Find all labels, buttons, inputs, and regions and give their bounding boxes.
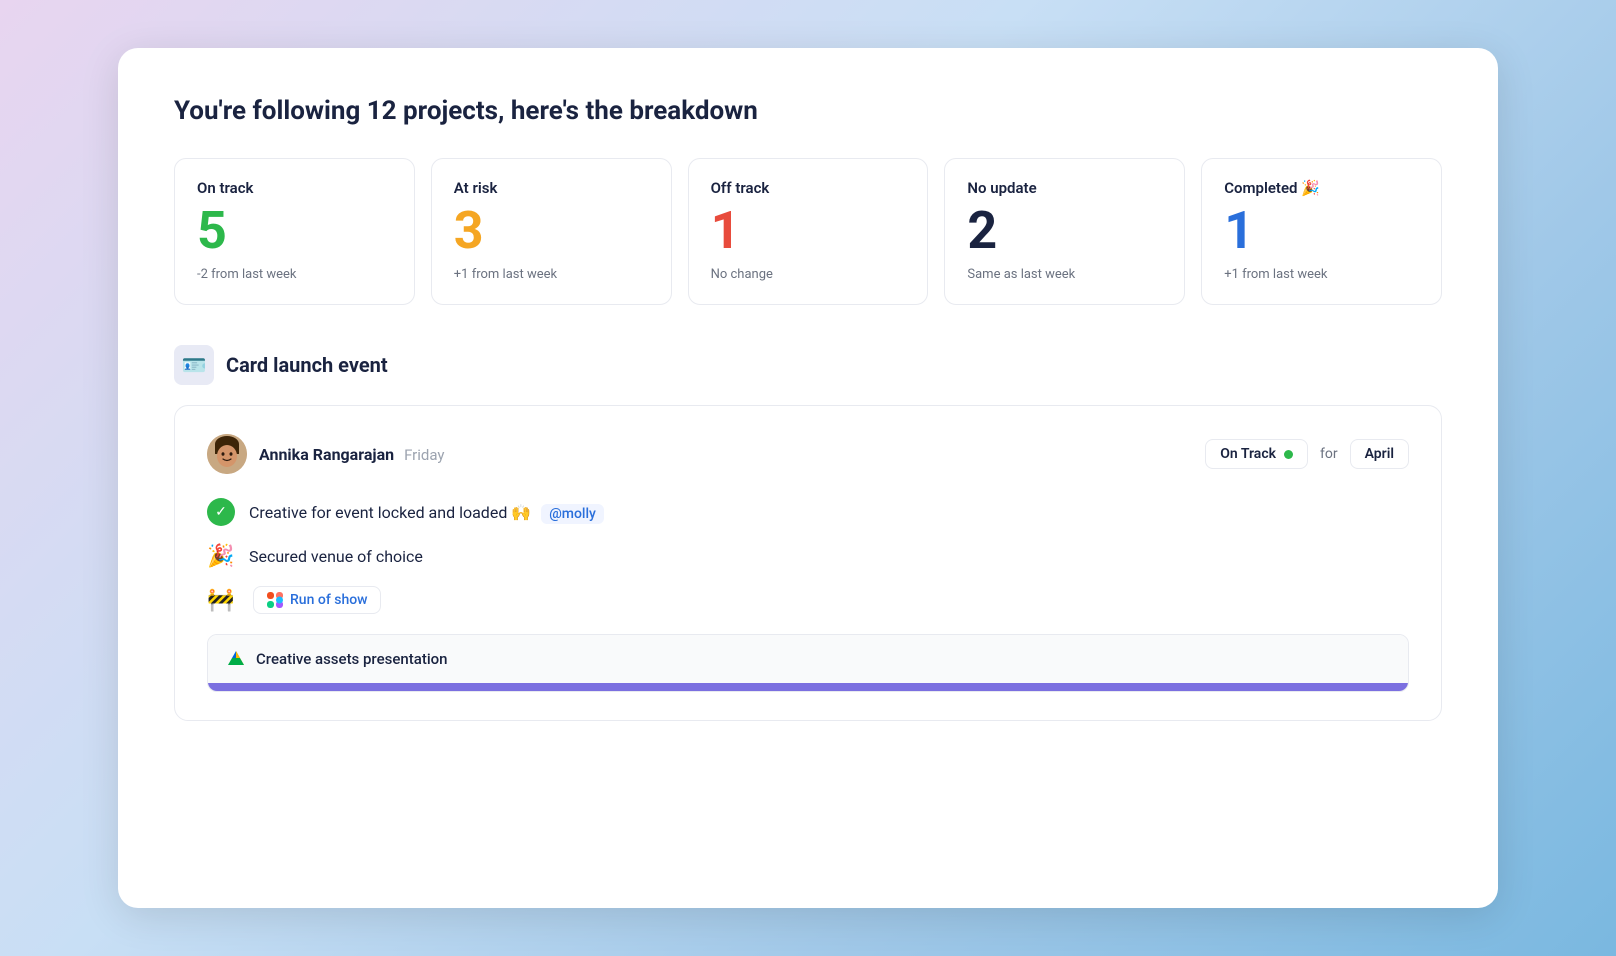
avatar — [207, 434, 247, 474]
stat-number-no-update: 2 — [967, 205, 1162, 257]
construction-icon: 🚧 — [207, 586, 235, 614]
stat-number-off-track: 1 — [711, 205, 906, 257]
stat-card-on-track[interactable]: On track 5 -2 from last week — [174, 158, 415, 305]
figma-icon — [266, 591, 284, 609]
stat-change-no-update: Same as last week — [967, 267, 1162, 282]
stat-card-at-risk[interactable]: At risk 3 +1 from last week — [431, 158, 672, 305]
stat-number-at-risk: 3 — [454, 205, 649, 257]
stat-label-at-risk: At risk — [454, 179, 649, 197]
stat-card-completed[interactable]: Completed 🎉 1 +1 from last week — [1201, 158, 1442, 305]
stat-card-off-track[interactable]: Off track 1 No change — [688, 158, 929, 305]
google-drive-icon — [226, 649, 246, 669]
update-item-1: ✓ Creative for event locked and loaded 🙌… — [207, 498, 1409, 526]
status-section: On Track for April — [1205, 439, 1409, 469]
status-label: On Track — [1220, 446, 1276, 462]
update-item-3: 🚧 Run of show — [207, 586, 1409, 614]
section-header: 🪪 Card launch event — [174, 345, 1442, 385]
status-dot — [1284, 450, 1293, 459]
mention-molly[interactable]: @molly — [541, 504, 604, 524]
attachment-name: Creative assets presentation — [256, 650, 448, 668]
update-card: Annika Rangarajan Friday On Track for Ap… — [174, 405, 1442, 721]
status-month-badge[interactable]: April — [1350, 439, 1409, 469]
stat-change-at-risk: +1 from last week — [454, 267, 649, 282]
party-icon: 🎉 — [207, 542, 235, 570]
stat-card-no-update[interactable]: No update 2 Same as last week — [944, 158, 1185, 305]
update-header: Annika Rangarajan Friday On Track for Ap… — [207, 434, 1409, 474]
attachment-section: Creative assets presentation — [207, 634, 1409, 692]
project-icon: 🪪 — [174, 345, 214, 385]
stat-label-no-update: No update — [967, 179, 1162, 197]
stat-label-completed: Completed 🎉 — [1224, 179, 1419, 197]
check-icon: ✓ — [207, 498, 235, 526]
on-track-badge[interactable]: On Track — [1205, 439, 1308, 469]
update-author: Annika Rangarajan Friday — [207, 434, 445, 474]
stat-change-completed: +1 from last week — [1224, 267, 1419, 282]
status-for-text: for — [1320, 446, 1338, 462]
project-icon-emoji: 🪪 — [182, 353, 207, 377]
stat-label-on-track: On track — [197, 179, 392, 197]
stat-change-off-track: No change — [711, 267, 906, 282]
author-date: Friday — [404, 446, 444, 464]
stat-number-on-track: 5 — [197, 205, 392, 257]
page-title: You're following 12 projects, here's the… — [174, 96, 1442, 126]
section-title: Card launch event — [226, 353, 388, 377]
item-text-2: Secured venue of choice — [249, 547, 423, 566]
stat-label-off-track: Off track — [711, 179, 906, 197]
attachment-progress-bar — [208, 683, 1408, 691]
status-month-label: April — [1365, 446, 1394, 462]
main-card: You're following 12 projects, here's the… — [118, 48, 1498, 908]
attachment-header[interactable]: Creative assets presentation — [208, 635, 1408, 683]
stat-number-completed: 1 — [1224, 205, 1419, 257]
update-items: ✓ Creative for event locked and loaded 🙌… — [207, 498, 1409, 614]
run-of-show-link[interactable]: Run of show — [253, 586, 381, 614]
author-name: Annika Rangarajan — [259, 445, 394, 464]
stats-row: On track 5 -2 from last week At risk 3 +… — [174, 158, 1442, 305]
item-text-1: Creative for event locked and loaded 🙌 @… — [249, 503, 604, 522]
update-item-2: 🎉 Secured venue of choice — [207, 542, 1409, 570]
run-of-show-label: Run of show — [290, 592, 368, 608]
stat-change-on-track: -2 from last week — [197, 267, 392, 282]
